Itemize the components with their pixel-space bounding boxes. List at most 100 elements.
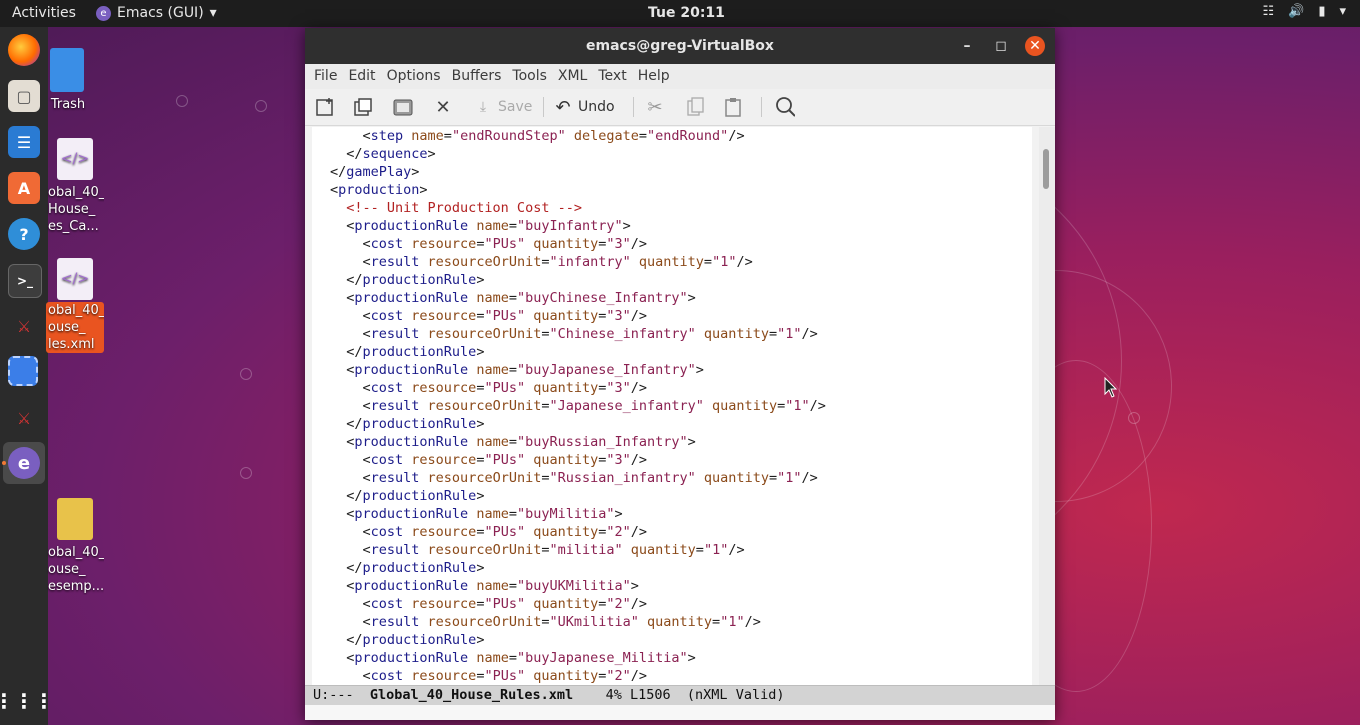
vertical-scrollbar[interactable]: [1039, 127, 1055, 685]
menu-buffers[interactable]: Buffers: [452, 64, 509, 89]
triplea-icon-2[interactable]: ⚔: [8, 402, 40, 434]
editor-line[interactable]: </productionRule>: [312, 487, 1032, 505]
menu-help[interactable]: Help: [638, 64, 677, 89]
minibuffer[interactable]: [305, 705, 1055, 720]
desktop-icon-trash[interactable]: Trash: [38, 48, 96, 113]
search-button[interactable]: [775, 95, 795, 119]
editor-line[interactable]: <productionRule name="buyChinese_Infantr…: [312, 289, 1032, 307]
code-token: "UKmilitia": [549, 614, 639, 630]
code-token: "endRound": [647, 128, 729, 144]
editor-line[interactable]: <result resourceOrUnit = "Japanese_infantr…: [312, 397, 1032, 415]
kill-buffer-button[interactable]: ✕: [433, 95, 453, 119]
editor-line[interactable]: <result resourceOrUnit = "infantry" quanti…: [312, 253, 1032, 271]
terminal-icon[interactable]: >_: [8, 264, 42, 298]
editor-line[interactable]: <result resourceOrUnit = "Chinese_infantry…: [312, 325, 1032, 343]
close-icon[interactable]: ✕: [1025, 36, 1045, 56]
app-menu[interactable]: e Emacs (GUI) ▾: [96, 5, 217, 21]
code-token: =: [508, 218, 517, 234]
minimize-icon[interactable]: –: [957, 36, 977, 56]
menu-file[interactable]: File: [314, 64, 344, 89]
editor-line[interactable]: <result resourceOrUnit = "UKmilitia" quant…: [312, 613, 1032, 631]
ubuntu-software-icon[interactable]: A: [8, 172, 40, 204]
editor-line[interactable]: </sequence>: [312, 145, 1032, 163]
code-token: name: [468, 290, 509, 306]
code-token: "3": [606, 452, 631, 468]
menu-text[interactable]: Text: [598, 64, 633, 89]
menu-options[interactable]: Options: [387, 64, 448, 89]
open-file-button[interactable]: [353, 95, 373, 119]
undo-button[interactable]: ↶ Undo: [553, 95, 614, 119]
editor-line[interactable]: </productionRule>: [312, 559, 1032, 577]
modeline-mode[interactable]: (nXML Valid): [687, 687, 785, 703]
show-applications-icon[interactable]: ⋮⋮⋮: [0, 685, 54, 717]
editor-line[interactable]: </productionRule>: [312, 631, 1032, 649]
editor-line[interactable]: </productionRule>: [312, 343, 1032, 361]
save-button[interactable]: ⤓ Save: [473, 95, 532, 119]
desktop-icon-file-3[interactable]: obal_40_ ouse_ esemp...: [46, 498, 104, 595]
editor-line[interactable]: </gamePlay>: [312, 163, 1032, 181]
desktop-icon-file-2[interactable]: </> obal_40_ ouse_ les.xml: [46, 258, 104, 353]
editor-line[interactable]: <production>: [312, 181, 1032, 199]
firefox-icon[interactable]: [8, 34, 40, 66]
toolbar-separator: [761, 97, 762, 117]
editor-line[interactable]: <!-- Unit Production Cost -->: [312, 199, 1032, 217]
code-token: cost: [370, 524, 404, 540]
search-icon: [775, 97, 795, 117]
editor-line[interactable]: <productionRule name="buyRussian_Infantr…: [312, 433, 1032, 451]
copy-button[interactable]: [685, 95, 705, 119]
files-icon[interactable]: ▢: [8, 80, 40, 112]
emacs-dock-icon[interactable]: e: [8, 447, 40, 479]
screenshot-icon[interactable]: [8, 356, 38, 386]
maximize-icon[interactable]: ◻: [991, 36, 1011, 56]
editor-line[interactable]: <cost resource="PUs" quantity="2"/>: [312, 667, 1032, 685]
editor-line[interactable]: </productionRule>: [312, 415, 1032, 433]
editor-buffer[interactable]: <step name="endRoundStep" delegate="endR…: [312, 127, 1032, 685]
editor-line[interactable]: <cost resource="PUs" quantity="3"/>: [312, 451, 1032, 469]
volume-icon[interactable]: 🔊: [1288, 4, 1304, 19]
menu-xml[interactable]: XML: [558, 64, 594, 89]
help-icon[interactable]: ?: [8, 218, 40, 250]
editor-line[interactable]: <step name="endRoundStep" delegate="endR…: [312, 127, 1032, 145]
paste-button[interactable]: [723, 95, 743, 119]
editor-line[interactable]: <productionRule name="buyUKMilitia">: [312, 577, 1032, 595]
clock[interactable]: Tue 20:11: [648, 5, 725, 21]
cut-button[interactable]: ✂: [645, 95, 665, 119]
editor-line[interactable]: </productionRule>: [312, 271, 1032, 289]
menu-edit[interactable]: Edit: [348, 64, 382, 89]
code-token: cost: [370, 308, 404, 324]
code-token: />: [801, 326, 818, 342]
editor-line[interactable]: <result resourceOrUnit = "militia" quantit…: [312, 541, 1032, 559]
network-icon[interactable]: ☷: [1262, 4, 1274, 19]
desktop-icon-file-1[interactable]: </> obal_40_ House_ es_Ca...: [46, 138, 104, 235]
new-file-button[interactable]: [315, 95, 335, 119]
editor-line[interactable]: <productionRule name="buyJapanese_Militi…: [312, 649, 1032, 667]
scrollbar-thumb[interactable]: [1043, 149, 1049, 189]
code-token: />: [630, 524, 648, 540]
editor-line[interactable]: <cost resource="PUs" quantity="3"/>: [312, 307, 1032, 325]
triplea-icon[interactable]: ⚔: [8, 310, 40, 342]
editor-line[interactable]: <cost resource="PUs" quantity="3"/>: [312, 235, 1032, 253]
editor-line[interactable]: <productionRule name="buyMilitia">: [312, 505, 1032, 523]
menu-tools[interactable]: Tools: [512, 64, 554, 89]
toolbar-separator: [543, 97, 544, 117]
code-token: =: [443, 128, 452, 144]
dired-button[interactable]: [393, 95, 413, 119]
folder-icon: [393, 97, 413, 117]
code-token: cost: [370, 452, 404, 468]
code-token: =: [508, 434, 517, 450]
editor-line[interactable]: <cost resource="PUs" quantity="3"/>: [312, 379, 1032, 397]
title-bar[interactable]: emacs@greg-VirtualBox – ◻ ✕: [305, 28, 1055, 64]
system-tray[interactable]: ☷ 🔊 ▮ ▾: [1262, 4, 1346, 19]
code-token: quantity: [525, 596, 599, 612]
editor-line[interactable]: <cost resource="PUs" quantity="2"/>: [312, 595, 1032, 613]
code-token: quantity: [525, 380, 599, 396]
editor-line[interactable]: <productionRule name="buyJapanese_Infant…: [312, 361, 1032, 379]
battery-icon[interactable]: ▮: [1318, 4, 1325, 19]
system-menu-arrow-icon[interactable]: ▾: [1339, 4, 1346, 19]
activities-button[interactable]: Activities: [12, 5, 76, 21]
libreoffice-writer-icon[interactable]: ☰: [8, 126, 40, 158]
modeline-buffer-name[interactable]: Global_40_House_Rules.xml: [370, 687, 573, 703]
editor-line[interactable]: <productionRule name="buyInfantry">: [312, 217, 1032, 235]
editor-line[interactable]: <result resourceOrUnit = "Russian_infantry…: [312, 469, 1032, 487]
editor-line[interactable]: <cost resource="PUs" quantity="2"/>: [312, 523, 1032, 541]
